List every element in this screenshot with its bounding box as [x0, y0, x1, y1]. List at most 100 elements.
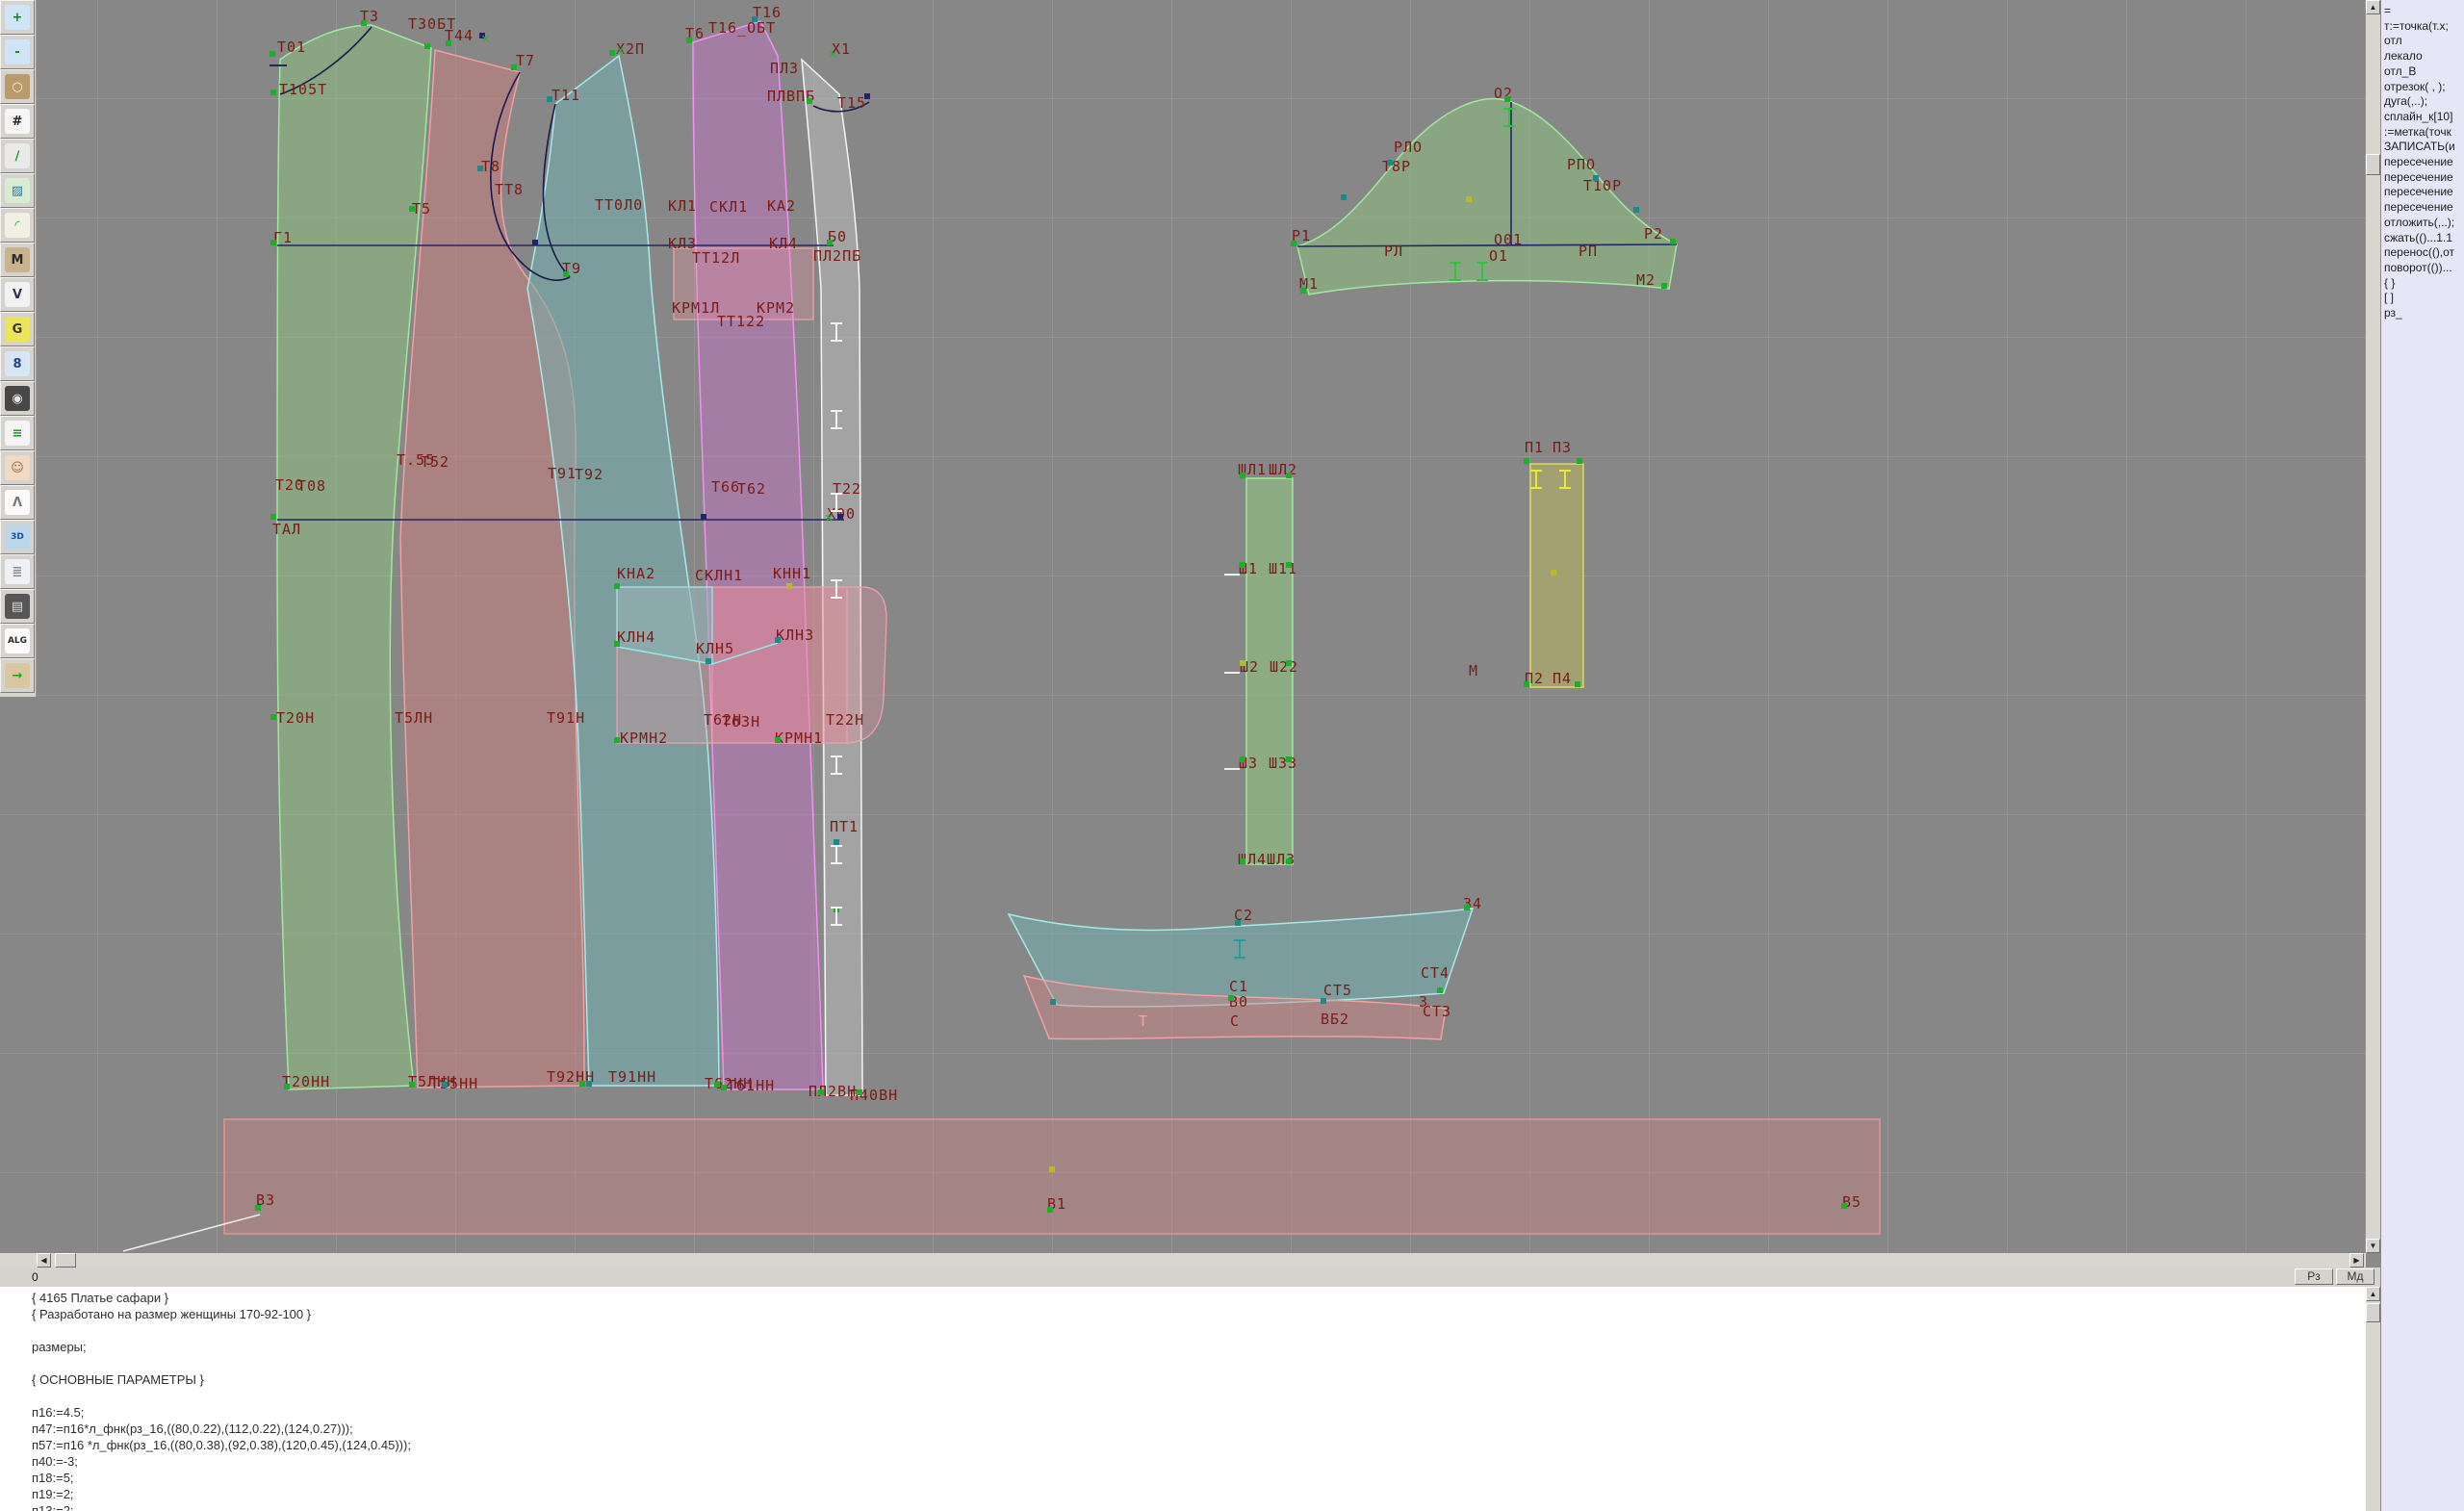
point-marker [714, 1082, 720, 1088]
function-list-item[interactable]: пересечение [2384, 185, 2453, 198]
model-photo-icon[interactable]: ☺ [0, 450, 35, 485]
mode-md-button[interactable]: Мд [2336, 1268, 2374, 1285]
image-icon[interactable]: ▨ [0, 173, 35, 208]
point-label: РЛ [1384, 244, 1403, 259]
code-scroll-up-icon[interactable]: ▲ [2366, 1287, 2380, 1301]
point-marker [270, 714, 276, 720]
tick-mark [1224, 574, 1240, 576]
point-marker [1235, 920, 1241, 926]
drafting-canvas[interactable]: Т3Т30БТТ44Т01Т105ТТ7Т5Т8ТТ8Т9Т11Г1Х2ПТ6Т… [0, 0, 2366, 1253]
point-label: С [1230, 1014, 1240, 1029]
measure-icon[interactable]: ∕ [0, 139, 35, 173]
point-marker [446, 40, 451, 46]
point-marker [1286, 562, 1292, 568]
scroll-up-icon[interactable]: ▲ [2366, 0, 2380, 14]
function-list-item[interactable]: отложить(,..); [2384, 216, 2454, 229]
point-label: Т91 [548, 467, 577, 481]
function-list-item[interactable]: дуга(,..); [2384, 94, 2427, 108]
piece-belt[interactable] [224, 1119, 1880, 1234]
point-marker [255, 1205, 261, 1211]
grid-icon[interactable]: # [0, 104, 35, 139]
function-list-item[interactable]: [ ] [2384, 291, 2394, 304]
point-label: Т08 [297, 479, 326, 494]
piece-outline-icon[interactable]: ◜ [0, 208, 35, 243]
point-marker [409, 1082, 415, 1088]
x-point-marker: × [825, 513, 834, 523]
point-marker [1575, 681, 1580, 687]
function-list-item[interactable]: лекало [2384, 49, 2423, 63]
code-vscrollbar[interactable]: ▲ [2366, 1287, 2380, 1511]
point-label: СТ5 [1323, 984, 1352, 998]
piece-pocket[interactable] [1530, 464, 1583, 687]
function-list-item[interactable]: :=метка(точк [2384, 125, 2451, 139]
point-label: ТТ12Л [692, 251, 740, 266]
clear-icon[interactable]: → [0, 658, 35, 693]
function-list-item[interactable]: отл [2384, 34, 2402, 47]
scroll-right-icon[interactable]: ▶ [2349, 1253, 2364, 1268]
point-marker [864, 93, 870, 99]
grade-g-icon[interactable]: G [0, 312, 35, 346]
camera-icon[interactable]: ◉ [0, 381, 35, 416]
canvas-hscroll-thumb[interactable] [55, 1253, 76, 1268]
point-label: КЛН5 [696, 642, 734, 656]
point-label: Т91НН [608, 1070, 656, 1085]
point-label: ПЛЗ [770, 62, 799, 76]
alg-document-icon[interactable]: ALG [0, 624, 35, 658]
piece-m-icon[interactable]: M [0, 243, 35, 277]
point-marker [270, 240, 276, 245]
function-list-item[interactable]: отрезок( , ); [2384, 80, 2446, 93]
scroll-left-icon[interactable]: ◀ [37, 1253, 51, 1268]
point-label: ПЛ2ПБ [813, 249, 861, 264]
function-list-item[interactable]: рз_ [2384, 306, 2402, 320]
point-marker [1240, 660, 1245, 666]
function-list-item[interactable]: { } [2384, 276, 2395, 290]
function-list-item[interactable]: = [2384, 4, 2391, 17]
point-label: Т91Н [547, 711, 585, 726]
garment-sketch-icon[interactable]: Λ [0, 485, 35, 520]
point-label: КРМН1 [775, 731, 823, 746]
point-label: КРМН2 [620, 731, 668, 746]
text-document-icon[interactable]: ≣ [0, 554, 35, 589]
program-text-panel[interactable]: { 4165 Платье сафари }{ Разработано на р… [0, 1287, 2366, 1511]
point-marker [1049, 1166, 1055, 1172]
function-list-item[interactable]: пересечение [2384, 155, 2453, 168]
function-list-item[interactable]: поворот(())... [2384, 261, 2452, 274]
pattern-pieces-layer [0, 0, 2366, 1253]
function-list-item[interactable]: отл_В [2384, 64, 2416, 78]
function-list-item[interactable]: перенос((),от [2384, 245, 2454, 259]
mode-rz-button[interactable]: Рз [2295, 1268, 2333, 1285]
ibeam-mark [831, 907, 842, 926]
ruler-8-icon[interactable]: 8 [0, 346, 35, 381]
point-marker [857, 1089, 862, 1095]
function-list-item[interactable]: сжать(()...1.1 [2384, 231, 2452, 244]
compass-icon[interactable]: V [0, 277, 35, 312]
point-marker [614, 641, 620, 647]
3d-view-icon[interactable]: 3D [0, 520, 35, 554]
zoom-out-icon[interactable]: - [0, 35, 35, 69]
function-list-item[interactable]: пересечение [2384, 200, 2453, 214]
camera-icon: ◉ [5, 386, 30, 411]
function-list-item[interactable]: пересечение [2384, 170, 2453, 184]
piece-preview-icon: ○ [5, 74, 30, 99]
point-marker [270, 90, 276, 95]
ibeam-mark [831, 756, 842, 775]
code-line: п19:=2; [32, 1487, 74, 1501]
scroll-down-icon[interactable]: ▼ [2366, 1239, 2380, 1253]
zoom-in-icon[interactable]: + [0, 0, 35, 35]
point-marker [1300, 288, 1306, 294]
piece-preview-icon[interactable]: ○ [0, 69, 35, 104]
function-list-item[interactable]: ЗАПИСАТЬ(и [2384, 140, 2455, 153]
canvas-hscrollbar[interactable]: ◀ ▶ [0, 1253, 2366, 1268]
canvas-vscroll-thumb[interactable] [2366, 154, 2380, 175]
function-list-item[interactable]: т:=точка(т.х; [2384, 19, 2449, 33]
code-vscroll-thumb[interactable] [2366, 1303, 2380, 1322]
point-label: КЛН4 [617, 630, 655, 645]
point-marker [1286, 858, 1292, 864]
point-marker [721, 1085, 727, 1090]
print-icon[interactable]: ▤ [0, 589, 35, 624]
point-label: Г1 [273, 231, 293, 245]
canvas-vscrollbar[interactable]: ▲ ▼ [2366, 0, 2380, 1253]
spec-table-icon[interactable]: ≡ [0, 416, 35, 450]
point-label: ПТ1 [830, 820, 859, 834]
function-list-item[interactable]: сплайн_к[10] [2384, 110, 2452, 123]
